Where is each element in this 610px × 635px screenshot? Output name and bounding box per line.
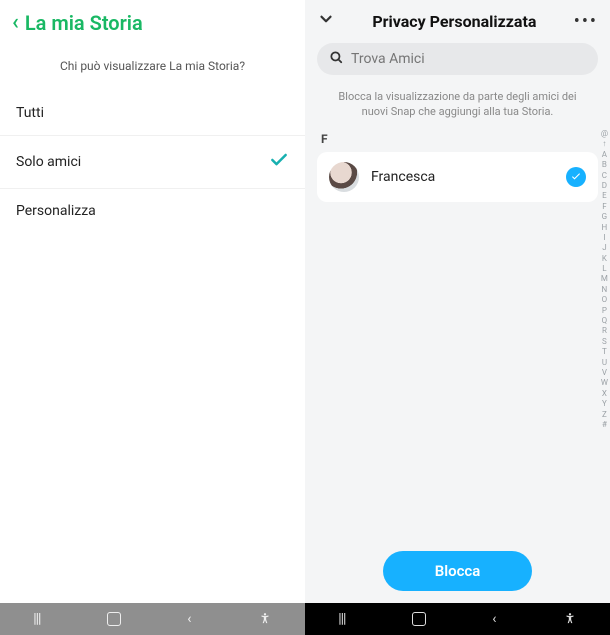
block-button-wrap: Blocca [305,551,610,591]
android-navbar-right: ||| ‹ [305,603,610,635]
page-title: La mia Storia [25,11,143,35]
index-letter[interactable]: O [601,296,608,304]
search-icon [329,50,343,68]
index-letter[interactable]: T [601,348,608,356]
friend-row[interactable]: Francesca [317,152,598,202]
accessibility-icon[interactable] [258,612,272,626]
android-navbar-left: ||| ‹ [0,603,305,635]
index-letter[interactable]: # [601,421,608,429]
option-label: Tutti [16,105,44,121]
index-letter[interactable]: E [601,192,608,200]
search-bar[interactable] [317,43,598,75]
search-wrap [305,39,610,81]
option-everyone[interactable]: Tutti [0,91,305,136]
index-letter[interactable]: U [601,359,608,367]
home-icon[interactable] [107,612,121,626]
option-custom[interactable]: Personalizza [0,189,305,233]
index-letter[interactable]: C [601,172,608,180]
index-letter[interactable]: X [601,390,608,398]
selected-badge-icon [566,167,586,187]
index-letter[interactable]: Q [601,317,608,325]
story-settings-pane: ‹ La mia Storia Chi può visualizzare La … [0,0,305,635]
search-input[interactable] [351,51,586,67]
index-letter[interactable]: S [601,338,608,346]
left-header: ‹ La mia Storia [0,0,305,39]
index-letter[interactable]: B [601,161,608,169]
option-label: Solo amici [16,154,81,170]
index-letter[interactable]: Y [601,400,608,408]
index-letter[interactable]: H [601,224,608,232]
privacy-description: Blocca la visualizzazione da parte degli… [305,81,610,130]
home-icon[interactable] [412,612,426,626]
index-letter[interactable]: A [601,151,608,159]
more-icon[interactable]: ••• [574,11,598,32]
story-visibility-question: Chi può visualizzare La mia Storia? [0,39,305,91]
recent-apps-icon[interactable]: ||| [338,611,345,627]
section-header-letter: F [305,130,610,152]
index-letter[interactable]: P [601,307,608,315]
index-letter[interactable]: V [601,369,608,377]
index-letter[interactable]: Z [601,411,608,419]
chevron-down-icon[interactable] [317,10,335,33]
recent-apps-icon[interactable]: ||| [33,611,40,627]
index-letter[interactable]: D [601,182,608,190]
index-letter[interactable]: I [601,234,608,242]
index-letter[interactable]: L [601,265,608,273]
check-icon [269,150,289,174]
index-letter[interactable]: G [601,213,608,221]
index-letter[interactable]: @ [601,130,608,138]
option-friends-only[interactable]: Solo amici [0,136,305,189]
friend-name: Francesca [371,169,566,185]
right-header: Privacy Personalizzata ••• [305,0,610,39]
custom-privacy-pane: Privacy Personalizzata ••• Blocca la vis… [305,0,610,635]
index-letter[interactable]: M [601,275,608,283]
option-label: Personalizza [16,203,96,219]
block-button[interactable]: Blocca [383,551,533,591]
index-letter[interactable]: W [601,379,608,387]
index-letter[interactable]: J [601,244,608,252]
avatar [329,162,359,192]
back-nav-icon[interactable]: ‹ [492,611,496,627]
index-letter[interactable]: F [601,203,608,211]
accessibility-icon[interactable] [563,612,577,626]
index-letter[interactable]: R [601,327,608,335]
index-letter[interactable]: K [601,255,608,263]
back-nav-icon[interactable]: ‹ [187,611,191,627]
page-title: Privacy Personalizzata [372,12,536,31]
index-letter[interactable]: ↑ [601,140,608,148]
alpha-index-rail[interactable]: @ ↑ ABCDEFGHIJKLMNOPQRSTUVWXYZ # [601,130,608,429]
back-icon[interactable]: ‹ [12,10,19,35]
index-letter[interactable]: N [601,286,608,294]
